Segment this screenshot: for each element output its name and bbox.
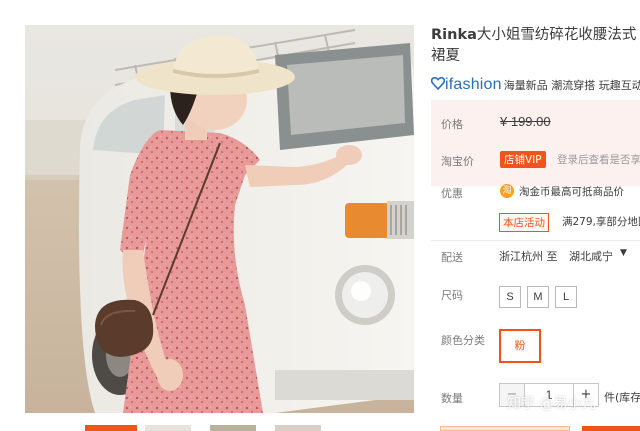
buy-now-button[interactable] [440,426,570,431]
original-price: ¥ 199.00 [500,114,551,129]
ifashion-banner[interactable]: ifashion 海量新品 潮流穿搭 玩趣互动 [431,76,640,96]
shipping-label: 配送 [441,251,463,264]
price-panel: 价格 ¥ 199.00 淘宝价 店铺VIP 登录后查看是否享有 [431,100,640,186]
add-to-cart-button[interactable] [582,426,640,431]
zhihu-watermark: 知乎 @易小九 [507,396,596,412]
size-option-l[interactable]: L [555,286,577,308]
product-title-line2: 裙夏 [431,48,460,64]
shipping-origin: 浙江杭州 至 [499,250,558,263]
vip-login-note[interactable]: 登录后查看是否享有 [557,152,640,167]
section-divider [431,240,640,241]
purchase-buttons [440,426,640,431]
taojinbi-coin-icon: 淘 [500,184,514,198]
taobao-price-label: 淘宝价 [441,155,474,168]
quantity-stock-note: 件(库存 [604,391,640,404]
ifashion-heart-icon [431,76,446,93]
color-option-pink[interactable]: 粉 [499,329,541,363]
ifashion-tags: 海量新品 潮流穿搭 玩趣互动 [503,79,640,92]
price-label: 价格 [441,118,463,131]
shipping-destination-select[interactable]: 湖北咸宁 [569,248,613,264]
thumbnail-strip [25,425,414,431]
thumbnail-4[interactable] [275,425,321,431]
color-label: 颜色分类 [441,334,485,347]
product-title-text: 大小姐雪纺碎花收腰法式 [476,27,637,43]
ifashion-logo-text: ifashion [445,76,502,93]
size-label: 尺码 [441,289,463,302]
thumbnail-1[interactable] [85,425,137,431]
quantity-label: 数量 [441,392,463,405]
thumbnail-2[interactable] [145,425,191,431]
thumbnail-3[interactable] [210,425,256,431]
caret-down-icon[interactable]: ▼ [620,248,627,258]
store-activity-note[interactable]: 满279,享部分地区包邮 [562,214,640,229]
product-main-image[interactable] [25,25,414,413]
store-activity-badge: 本店活动 [499,213,549,232]
taojinbi-text[interactable]: 淘金币最高可抵商品价 [519,184,624,199]
size-option-s[interactable]: S [499,286,521,308]
product-brand-word: Rinka [431,27,477,43]
promotion-label: 优惠 [441,187,463,200]
store-vip-badge[interactable]: 店铺VIP [500,151,546,168]
product-title: Rinka大小姐雪纺碎花收腰法式 裙夏 [431,25,640,67]
size-option-m[interactable]: M [527,286,549,308]
